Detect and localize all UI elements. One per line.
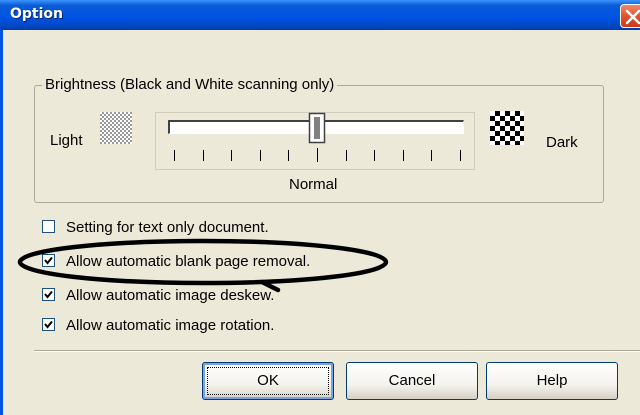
slider-tick bbox=[288, 150, 289, 161]
cancel-button-label: Cancel bbox=[388, 372, 436, 389]
image-rotation-label: Allow automatic image rotation. bbox=[66, 317, 275, 334]
normal-label: Normal bbox=[289, 176, 338, 193]
light-pattern-icon bbox=[100, 112, 132, 144]
checkmark-icon bbox=[44, 290, 53, 299]
window-title: Option bbox=[10, 6, 63, 22]
slider-tick bbox=[403, 150, 404, 161]
checkmark-icon bbox=[44, 320, 53, 329]
text-only-label: Setting for text only document. bbox=[66, 219, 269, 236]
slider-tick bbox=[374, 150, 375, 161]
cancel-button[interactable]: Cancel bbox=[346, 362, 478, 400]
slider-tick bbox=[203, 150, 204, 161]
dark-label: Dark bbox=[546, 134, 578, 151]
highlight-ellipse-annotation bbox=[17, 238, 389, 293]
image-deskew-label: Allow automatic image deskew. bbox=[66, 287, 275, 304]
checkmark-icon bbox=[44, 256, 53, 265]
blank-page-removal-label: Allow automatic blank page removal. bbox=[66, 253, 311, 270]
slider-tick bbox=[260, 150, 261, 161]
help-button[interactable]: Help bbox=[486, 362, 618, 400]
brightness-group-label: Brightness (Black and White scanning onl… bbox=[42, 76, 338, 93]
close-icon bbox=[625, 9, 640, 25]
slider-tick bbox=[346, 150, 347, 161]
slider-tick bbox=[317, 148, 318, 162]
slider-tick bbox=[431, 150, 432, 161]
help-button-label: Help bbox=[536, 372, 568, 389]
brightness-slider-thumb[interactable] bbox=[308, 112, 326, 144]
close-button[interactable] bbox=[620, 4, 640, 28]
dark-pattern-icon bbox=[490, 111, 524, 145]
slider-tick bbox=[174, 150, 175, 161]
slider-tick bbox=[460, 150, 461, 161]
image-rotation-checkbox[interactable] bbox=[42, 318, 55, 331]
slider-tick bbox=[231, 150, 232, 161]
light-label: Light bbox=[50, 132, 83, 149]
ok-button-label: OK bbox=[257, 372, 279, 389]
title-bar[interactable]: Option bbox=[0, 0, 640, 30]
image-deskew-checkbox[interactable] bbox=[42, 288, 55, 301]
blank-page-removal-checkbox[interactable] bbox=[42, 254, 55, 267]
text-only-checkbox[interactable] bbox=[42, 220, 55, 233]
ok-button[interactable]: OK bbox=[202, 362, 334, 400]
window-frame bbox=[0, 30, 3, 415]
option-dialog: Option Brightness (Black and White scann… bbox=[0, 0, 640, 415]
